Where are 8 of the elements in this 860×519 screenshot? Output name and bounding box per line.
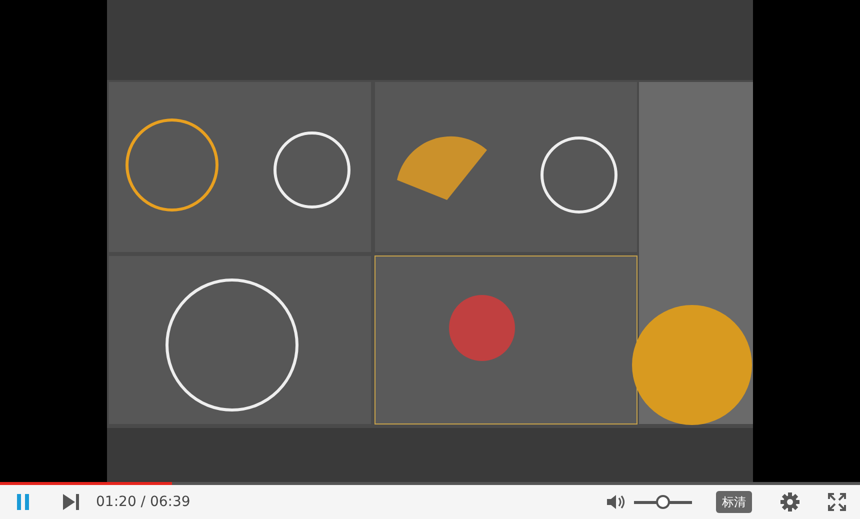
time-display: 01:20 / 06:39: [96, 492, 190, 512]
settings-icon[interactable]: [780, 492, 800, 512]
pause-button[interactable]: [16, 493, 30, 511]
quality-button[interactable]: 标清: [716, 491, 752, 513]
fullscreen-icon[interactable]: [828, 493, 846, 511]
volume-thumb[interactable]: [656, 495, 670, 509]
volume-icon[interactable]: [606, 493, 626, 511]
next-button[interactable]: [62, 493, 80, 511]
